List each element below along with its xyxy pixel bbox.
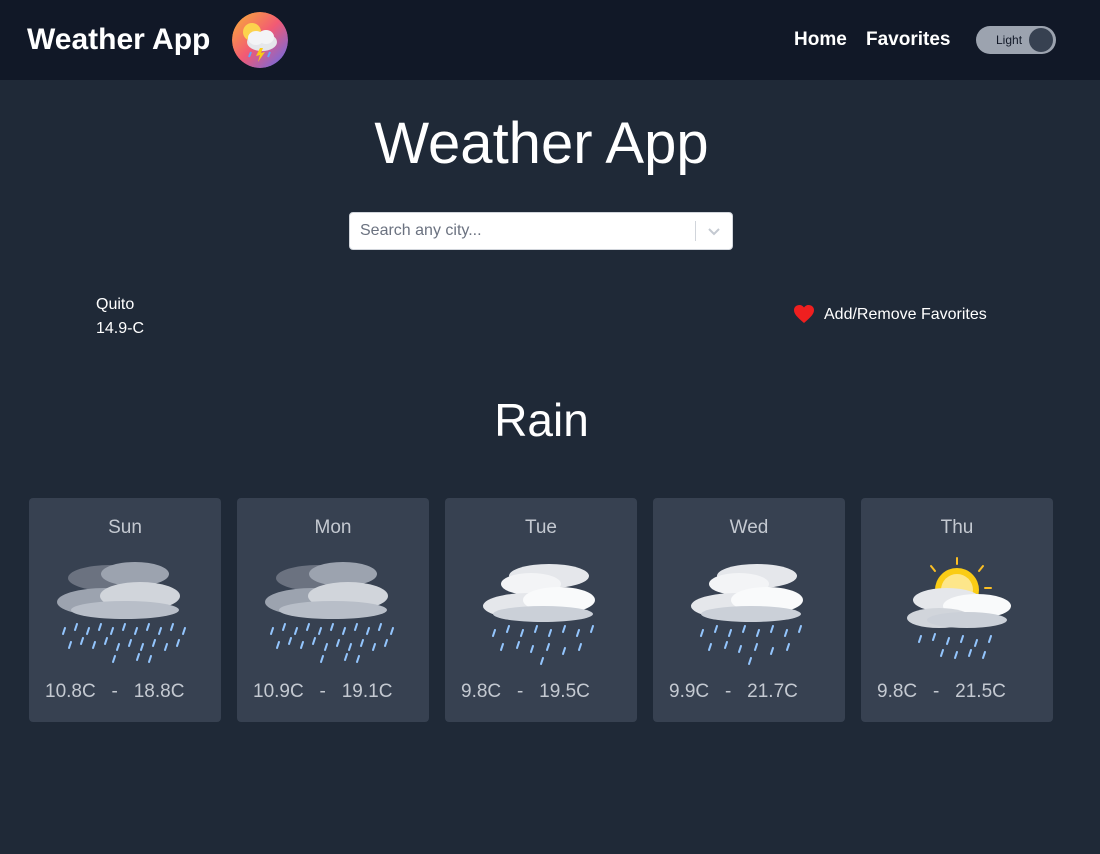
weather-condition: Rain [494,394,589,446]
forecast-day: Sun [108,517,142,538]
current-weather: Quito 14.9-C [96,293,144,341]
search-separator [695,221,696,241]
forecast-card: Thu 9.8C - 21.5C [861,498,1053,722]
forecast-card: Mon 10.9C - 19.1C [237,498,429,722]
sun-rain-icon [887,556,1027,666]
forecast-card: Wed 9.9C - 21.7C [653,498,845,722]
forecast-max-temp: 21.5C [955,681,1006,702]
theme-toggle-label: Light [996,33,1023,47]
temp-separator: - [111,681,118,702]
city-search[interactable] [349,212,733,250]
temp-separator: - [516,681,524,702]
rain-icon [679,556,819,666]
heart-icon [793,304,815,324]
heavy-rain-icon [55,556,195,666]
forecast-card: Sun 10.8C - 18.8C [29,498,221,722]
chevron-down-icon[interactable] [702,221,726,241]
forecast-max-temp: 21.7C [747,681,798,702]
current-temperature: 14.9-C [96,320,145,337]
forecast-temps: 10.9C - 19.1C [253,680,392,704]
city-name: Quito [96,296,135,313]
forecast-day: Wed [729,517,769,538]
forecast-temps: 9.8C - 19.5C [461,680,590,704]
forecast-day: Mon [314,517,352,538]
forecast-min-temp: 9.9C [669,681,710,702]
brand-title[interactable]: Weather App [27,22,210,58]
heavy-rain-icon [263,556,403,666]
forecast-temps: 9.9C - 21.7C [669,680,798,704]
temp-separator: - [932,681,940,702]
forecast-max-temp: 19.1C [341,681,393,702]
temp-separator: - [724,681,732,702]
page-title: Weather App [374,111,709,176]
nav-home-link[interactable]: Home [794,29,847,51]
navbar: Weather App Home Favorites Light [0,0,1100,80]
forecast-day: Tue [524,517,558,538]
forecast-min-temp: 10.9C [253,681,304,702]
toggle-knob [1029,28,1053,52]
forecast-max-temp: 19.5C [539,681,590,702]
temp-separator: - [319,681,326,702]
weather-logo-icon[interactable] [232,12,288,68]
forecast-temps: 10.8C - 18.8C [45,680,184,704]
forecast-min-temp: 9.8C [461,681,502,702]
forecast-card: Tue 9.8C - 19.5C [445,498,637,722]
theme-toggle[interactable]: Light [976,26,1056,54]
forecast-min-temp: 9.8C [877,681,918,702]
nav-favorites-link[interactable]: Favorites [866,29,950,51]
rain-icon [471,556,611,666]
forecast-day: Thu [940,517,974,538]
forecast-min-temp: 10.8C [45,681,96,702]
favorites-toggle-label: Add/Remove Favorites [824,306,987,323]
forecast-max-temp: 18.8C [133,681,185,702]
search-input[interactable] [360,213,690,249]
forecast-temps: 9.8C - 21.5C [877,680,1006,704]
